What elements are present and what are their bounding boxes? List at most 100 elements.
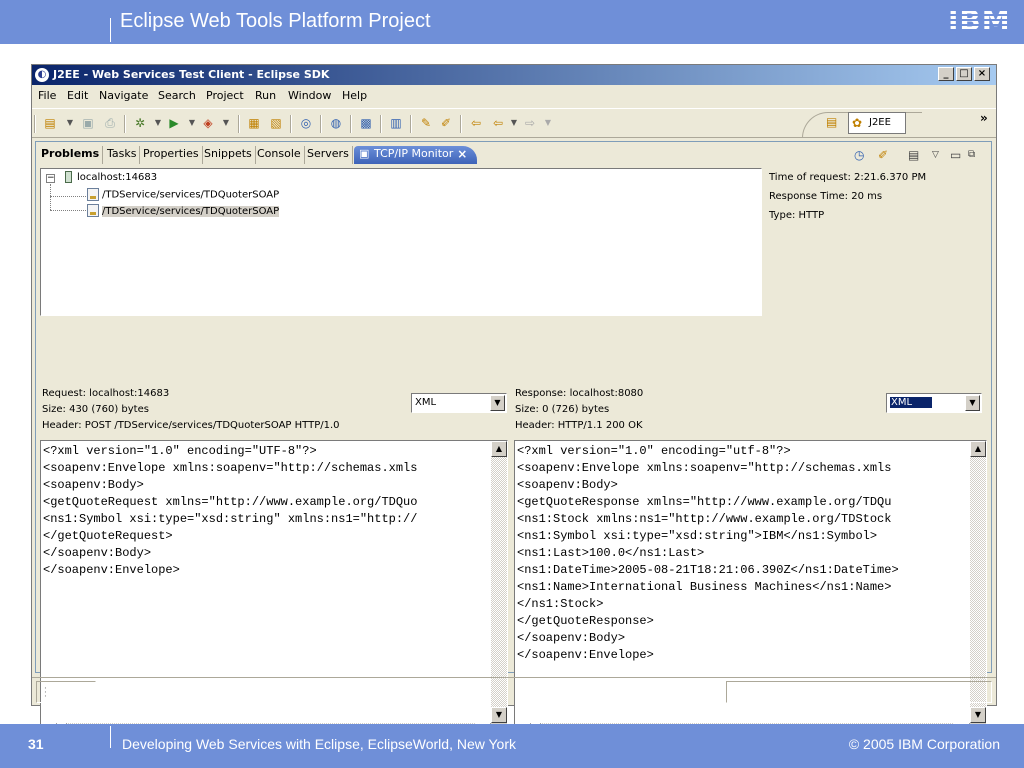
tab-snippets[interactable]: Snippets <box>201 146 256 164</box>
run-icon[interactable]: ▶ <box>166 115 182 131</box>
print-icon[interactable]: ⎙ <box>102 115 118 131</box>
tab-tcpip-monitor-label: TCP/IP Monitor <box>374 147 454 160</box>
debug-dropdown-icon[interactable]: ▼ <box>150 115 166 131</box>
menu-edit[interactable]: Edit <box>67 89 88 102</box>
perspective-j2ee-button[interactable]: ✿ J2EE <box>848 112 906 134</box>
menu-help[interactable]: Help <box>342 89 367 102</box>
back-icon[interactable]: ⇦ <box>490 115 506 131</box>
collapse-toggle-icon[interactable]: − <box>46 174 55 183</box>
new-dropdown-icon[interactable]: ▼ <box>62 115 78 131</box>
tab-properties[interactable]: Properties <box>140 146 203 164</box>
external-dropdown-icon[interactable]: ▼ <box>218 115 234 131</box>
toolbar-separator <box>460 115 461 133</box>
tree-connector <box>50 196 86 197</box>
open-browser-icon[interactable]: ✎ <box>418 115 434 131</box>
footer-separator <box>110 726 111 748</box>
new-project-icon[interactable]: ▦ <box>246 115 262 131</box>
toolbar-separator <box>124 115 125 133</box>
request-doc-icon <box>87 188 99 201</box>
slide-header: Eclipse Web Tools Platform Project IBM <box>0 0 1024 44</box>
status-bar: · · · <box>32 677 996 705</box>
close-button[interactable]: × <box>974 67 990 81</box>
footer-description: Developing Web Services with Eclipse, Ec… <box>122 736 516 752</box>
menu-run[interactable]: Run <box>255 89 276 102</box>
tree-node-label: localhost:14683 <box>77 172 158 183</box>
menu-window[interactable]: Window <box>288 89 331 102</box>
scroll-down-icon[interactable]: ▼ <box>491 707 507 723</box>
maximize-view-icon[interactable]: ⧉ <box>968 148 975 162</box>
menu-navigate[interactable]: Navigate <box>99 89 148 102</box>
clear-icon[interactable]: ✐ <box>878 148 888 162</box>
toolbar-overflow-chevron[interactable]: » <box>980 111 988 125</box>
search-icon[interactable]: ▩ <box>358 115 374 131</box>
maximize-button[interactable]: □ <box>956 67 972 81</box>
perspective-label: J2EE <box>869 117 891 128</box>
minimize-view-icon[interactable]: ▭ <box>950 148 961 162</box>
response-label: Response: localhost:8080 <box>515 388 644 399</box>
chevron-down-icon[interactable]: ▼ <box>490 395 505 411</box>
close-tab-icon[interactable]: × <box>457 146 467 162</box>
request-tree[interactable]: − localhost:14683 /TDService/services/TD… <box>40 168 762 316</box>
tree-item-label: /TDService/services/TDQuoterSOAP <box>102 189 280 201</box>
scroll-up-icon[interactable]: ▲ <box>970 441 986 457</box>
request-label: Request: localhost:14683 <box>42 388 170 399</box>
request-info-panel: Time of request: 2:21.6.370 PM Response … <box>769 168 987 316</box>
chevron-down-icon[interactable]: ▼ <box>965 395 980 411</box>
back-dropdown-icon[interactable]: ▼ <box>506 115 522 131</box>
menu-file[interactable]: File <box>38 89 56 102</box>
tree-connector <box>50 210 86 211</box>
open-file-icon[interactable]: ▥ <box>388 115 404 131</box>
response-xml-text[interactable]: <?xml version="1.0" encoding="utf-8"?> <… <box>517 443 899 664</box>
monitor-tab-icon: ▣ <box>359 147 370 160</box>
tree-item-request[interactable]: /TDService/services/TDQuoterSOAP <box>87 188 279 203</box>
scroll-up-icon[interactable]: ▲ <box>491 441 507 457</box>
menu-bar: File Edit Navigate Search Project Run Wi… <box>32 86 996 106</box>
new-wizard-icon[interactable]: ▤ <box>42 115 58 131</box>
save-icon[interactable]: ▣ <box>80 115 96 131</box>
tab-tcpip-monitor[interactable]: ▣ TCP/IP Monitor × <box>354 146 478 164</box>
scroll-down-icon[interactable]: ▼ <box>970 707 986 723</box>
tree-item-request-selected[interactable]: /TDService/services/TDQuoterSOAP <box>87 204 280 219</box>
toolbar-separator <box>410 115 411 133</box>
tree-connector <box>50 184 51 210</box>
header-separator <box>110 18 111 42</box>
toolbar-separator <box>320 115 321 133</box>
menu-search[interactable]: Search <box>158 89 196 102</box>
request-xml-text[interactable]: <?xml version="1.0" encoding="UTF-8"?> <… <box>43 443 417 579</box>
forward-dropdown-icon[interactable]: ▼ <box>540 115 556 131</box>
slide-footer: 31 Developing Web Services with Eclipse,… <box>0 724 1024 768</box>
debug-icon[interactable]: ✲ <box>132 115 148 131</box>
forward-icon[interactable]: ⇨ <box>522 115 538 131</box>
properties-icon[interactable]: ▤ <box>908 148 919 162</box>
request-doc-icon <box>87 204 99 217</box>
view-tab-bar: Problems Tasks Properties Snippets Conso… <box>36 142 991 164</box>
last-edit-icon[interactable]: ⇦ <box>468 115 484 131</box>
eclipse-window: ◐ J2EE - Web Services Test Client - Ecli… <box>31 64 997 740</box>
run-dropdown-icon[interactable]: ▼ <box>184 115 200 131</box>
response-format-select[interactable]: XML ▼ <box>886 393 982 413</box>
toolbar-separator <box>350 115 351 133</box>
tab-console[interactable]: Console <box>254 146 305 164</box>
menu-project[interactable]: Project <box>206 89 244 102</box>
request-format-select[interactable]: XML ▼ <box>411 393 507 413</box>
page-number: 31 <box>28 736 44 752</box>
minimize-button[interactable]: _ <box>938 67 954 81</box>
tab-servers[interactable]: Servers <box>304 146 353 164</box>
external-tools-icon[interactable]: ◈ <box>200 115 216 131</box>
status-field-info <box>726 681 992 703</box>
tree-node-host[interactable]: localhost:14683 <box>65 171 157 185</box>
open-perspective-icon[interactable]: ▤ <box>826 115 837 129</box>
response-time: Response Time: 20 ms <box>769 191 883 202</box>
tab-tasks[interactable]: Tasks <box>104 146 141 164</box>
tab-problems[interactable]: Problems <box>38 146 104 164</box>
new-server-icon[interactable]: ▧ <box>268 115 284 131</box>
open-type-icon[interactable]: ◍ <box>328 115 344 131</box>
annotation-icon[interactable]: ✐ <box>438 115 454 131</box>
request-size: Size: 430 (760) bytes <box>42 404 149 415</box>
window-titlebar[interactable]: ◐ J2EE - Web Services Test Client - Ecli… <box>32 65 996 85</box>
response-size: Size: 0 (726) bytes <box>515 404 610 415</box>
view-menu-icon[interactable]: ▽ <box>932 148 939 162</box>
status-field-fastview[interactable]: · · · <box>36 681 96 703</box>
start-monitor-icon[interactable]: ◷ <box>854 148 864 162</box>
web-services-icon[interactable]: ◎ <box>298 115 314 131</box>
